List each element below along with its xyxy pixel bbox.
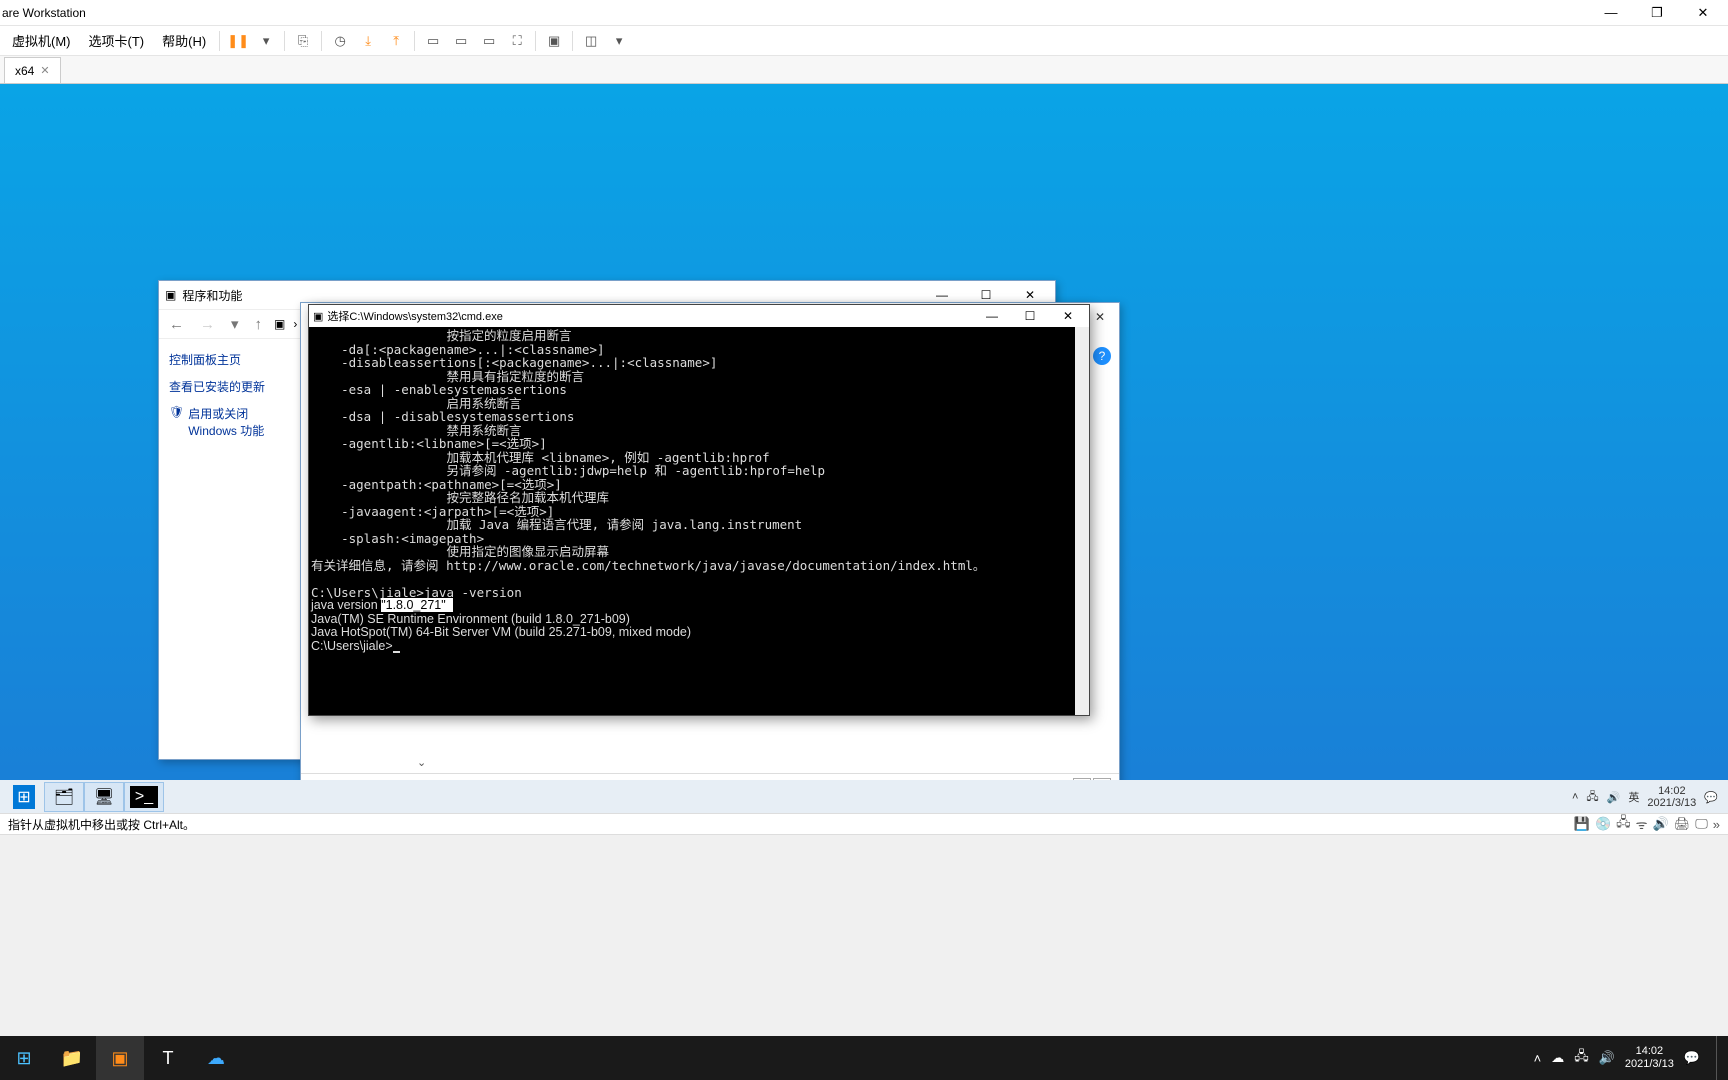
device-chevron-icon[interactable]: » <box>1713 817 1720 832</box>
send-ctrlaltdel-icon[interactable]: ⎘ <box>290 28 316 54</box>
menu-vm[interactable]: 虚拟机(M) <box>4 27 79 54</box>
nav-forward-icon[interactable]: → <box>196 316 219 333</box>
cmd-maximize-button[interactable]: ☐ <box>1013 305 1047 327</box>
layout-single-icon[interactable]: ▭ <box>420 28 446 54</box>
cmd-minimize-button[interactable]: — <box>975 305 1009 327</box>
tray-chevron-icon[interactable]: ˄ <box>1572 791 1578 803</box>
vm-tab-strip: x64 ✕ <box>0 56 1728 84</box>
host-app-explorer[interactable]: 📁 <box>48 1036 96 1080</box>
host-minimize-button[interactable]: — <box>1588 0 1634 26</box>
vm-tab[interactable]: x64 ✕ <box>4 57 61 83</box>
cmd-icon: ▣ <box>313 310 323 323</box>
taskbar-app-explorer[interactable]: 🗂 <box>44 782 84 812</box>
stretch-icon[interactable]: ◫ <box>578 28 604 54</box>
text-icon: T <box>163 1048 174 1069</box>
cmd-title: 选择C:\Windows\system32\cmd.exe <box>327 308 502 324</box>
device-printer-icon[interactable]: 🖨 <box>1674 816 1691 832</box>
tray-notifications-icon[interactable]: 💬 <box>1684 1050 1700 1066</box>
tray-network-icon[interactable]: 🖧 <box>1574 1047 1589 1069</box>
snapshot-manager-icon[interactable]: ⤒ <box>383 28 409 54</box>
pause-icon[interactable]: ❚❚ <box>225 28 251 54</box>
device-display-icon[interactable]: 🖵 <box>1695 816 1708 832</box>
layout-console-icon[interactable]: ▭ <box>448 28 474 54</box>
host-menubar: 虚拟机(M) 选项卡(T) 帮助(H) ❚❚ ▾ ⎘ ◷ ⤓ ⤒ ▭ ▭ ▭ ⛶… <box>0 26 1728 56</box>
host-statusbar: 指针从虚拟机中移出或按 Ctrl+Alt。 💾 💿 🖧 ᯤ 🔊 🖨 🖵 » <box>0 813 1728 835</box>
app-icon: ☁ <box>207 1048 225 1069</box>
vm-clock[interactable]: 14:02 2021/3/13 <box>1647 785 1696 809</box>
breadcrumb-separator: › <box>293 317 297 331</box>
sidebar-updates-link[interactable]: 查看已安装的更新 <box>169 378 297 395</box>
tray-ime[interactable]: 英 <box>1628 789 1639 805</box>
nav-back-icon[interactable]: ← <box>165 316 188 333</box>
tray-chevron-icon[interactable]: ˄ <box>1534 1051 1542 1066</box>
snapshot-revert-icon[interactable]: ⤓ <box>355 28 381 54</box>
device-hdd-icon[interactable]: 💾 <box>1574 816 1590 832</box>
host-maximize-button[interactable]: ❐ <box>1634 0 1680 26</box>
sidebar-windows-features-link[interactable]: 🛡 启用或关闭 Windows 功能 <box>169 405 297 439</box>
cmd-scrollbar[interactable] <box>1075 327 1089 715</box>
menu-help[interactable]: 帮助(H) <box>154 27 214 54</box>
vm-system-tray[interactable]: ˄ 🖧 🔊 英 14:02 2021/3/13 💬 <box>1572 785 1724 809</box>
pf-window-title: 程序和功能 <box>182 287 242 304</box>
tray-notifications-icon[interactable]: 💬 <box>1704 791 1718 804</box>
nav-refresh-icon[interactable]: ▣ <box>274 317 285 331</box>
taskbar-app-cmd[interactable]: >_ <box>124 782 164 812</box>
vm-tab-label: x64 <box>15 64 34 78</box>
control-panel-icon: 🖥 <box>94 787 114 807</box>
chevron-down-icon[interactable]: ⌄ <box>417 756 426 769</box>
terminal-icon: >_ <box>130 786 158 808</box>
pause-dropdown-icon[interactable]: ▾ <box>253 28 279 54</box>
host-status-hint: 指针从虚拟机中移出或按 Ctrl+Alt。 <box>8 816 195 833</box>
vm-device-icons[interactable]: 💾 💿 🖧 ᯤ 🔊 🖨 🖵 » <box>1574 813 1720 835</box>
cmd-close-button[interactable]: ✕ <box>1051 305 1085 327</box>
snapshot-icon[interactable]: ◷ <box>327 28 353 54</box>
device-cd-icon[interactable]: 💿 <box>1595 816 1611 832</box>
tray-volume-icon[interactable]: 🔊 <box>1607 791 1621 804</box>
host-system-tray[interactable]: ˄ ☁ 🖧 🔊 14:02 2021/3/13 💬 <box>1534 1036 1728 1080</box>
host-window-title: are Workstation <box>2 6 86 20</box>
stretch-dropdown-icon[interactable]: ▾ <box>606 28 632 54</box>
layout-multi-icon[interactable]: ▭ <box>476 28 502 54</box>
windows-icon: ⊞ <box>16 1048 31 1069</box>
device-usb-icon[interactable]: ᯤ <box>1636 815 1648 833</box>
tray-onedrive-icon[interactable]: ☁ <box>1551 1050 1564 1066</box>
menu-tabs[interactable]: 选项卡(T) <box>81 27 153 54</box>
unity-icon[interactable]: ▣ <box>541 28 567 54</box>
host-taskbar[interactable]: ⊞ 📁 ▣ T ☁ ˄ ☁ 🖧 🔊 14:02 2021/3/13 💬 <box>0 1036 1728 1080</box>
shield-icon: 🛡 <box>169 405 184 419</box>
fullscreen-icon[interactable]: ⛶ <box>504 28 530 54</box>
sidebar-home-link[interactable]: 控制面板主页 <box>169 351 297 368</box>
host-app-vmware[interactable]: ▣ <box>96 1036 144 1080</box>
taskbar-app-control-panel[interactable]: 🖥 <box>84 782 124 812</box>
device-network-icon[interactable]: 🖧 <box>1616 813 1631 835</box>
device-sound-icon[interactable]: 🔊 <box>1653 816 1669 832</box>
vmware-icon: ▣ <box>111 1048 128 1069</box>
cmd-output[interactable]: 按指定的粒度启用断言 -da[:<packagename>...|:<class… <box>309 327 1075 715</box>
vm-screen[interactable]: ▣ 程序和功能 — ☐ ✕ ← → ▾ ↑ ▣ › 控制面板… 控制面板主页 查… <box>0 84 1728 814</box>
pf-sidebar: 控制面板主页 查看已安装的更新 🛡 启用或关闭 Windows 功能 <box>159 343 307 759</box>
host-window-titlebar: are Workstation — ❐ ✕ <box>0 0 1728 26</box>
folder-icon: 🗂 <box>54 787 74 807</box>
show-desktop-button[interactable] <box>1716 1036 1722 1080</box>
host-close-button[interactable]: ✕ <box>1680 0 1726 26</box>
host-app-text[interactable]: T <box>144 1036 192 1080</box>
tray-volume-icon[interactable]: 🔊 <box>1599 1050 1615 1066</box>
tab-close-icon[interactable]: ✕ <box>40 64 49 77</box>
help-icon[interactable]: ? <box>1093 347 1111 365</box>
vm-taskbar[interactable]: ⊞ 🗂 🖥 >_ ˄ 🖧 🔊 英 14:02 2021/3/13 💬 <box>0 780 1728 814</box>
host-clock[interactable]: 14:02 2021/3/13 <box>1625 1045 1674 1071</box>
cmd-window[interactable]: ▣ 选择C:\Windows\system32\cmd.exe — ☐ ✕ 按指… <box>308 304 1090 716</box>
host-start-button[interactable]: ⊞ <box>0 1036 48 1080</box>
taskbar-start-button[interactable]: ⊞ <box>4 782 44 812</box>
cmd-titlebar[interactable]: ▣ 选择C:\Windows\system32\cmd.exe — ☐ ✕ <box>309 305 1089 327</box>
windows-icon: ⊞ <box>13 785 34 809</box>
tray-network-icon[interactable]: 🖧 <box>1586 788 1598 807</box>
host-app-other[interactable]: ☁ <box>192 1036 240 1080</box>
nav-history-icon[interactable]: ▾ <box>227 315 243 333</box>
folder-icon: 📁 <box>61 1048 83 1069</box>
nav-up-icon[interactable]: ↑ <box>251 316 267 333</box>
pf-window-icon: ▣ <box>165 288 176 302</box>
